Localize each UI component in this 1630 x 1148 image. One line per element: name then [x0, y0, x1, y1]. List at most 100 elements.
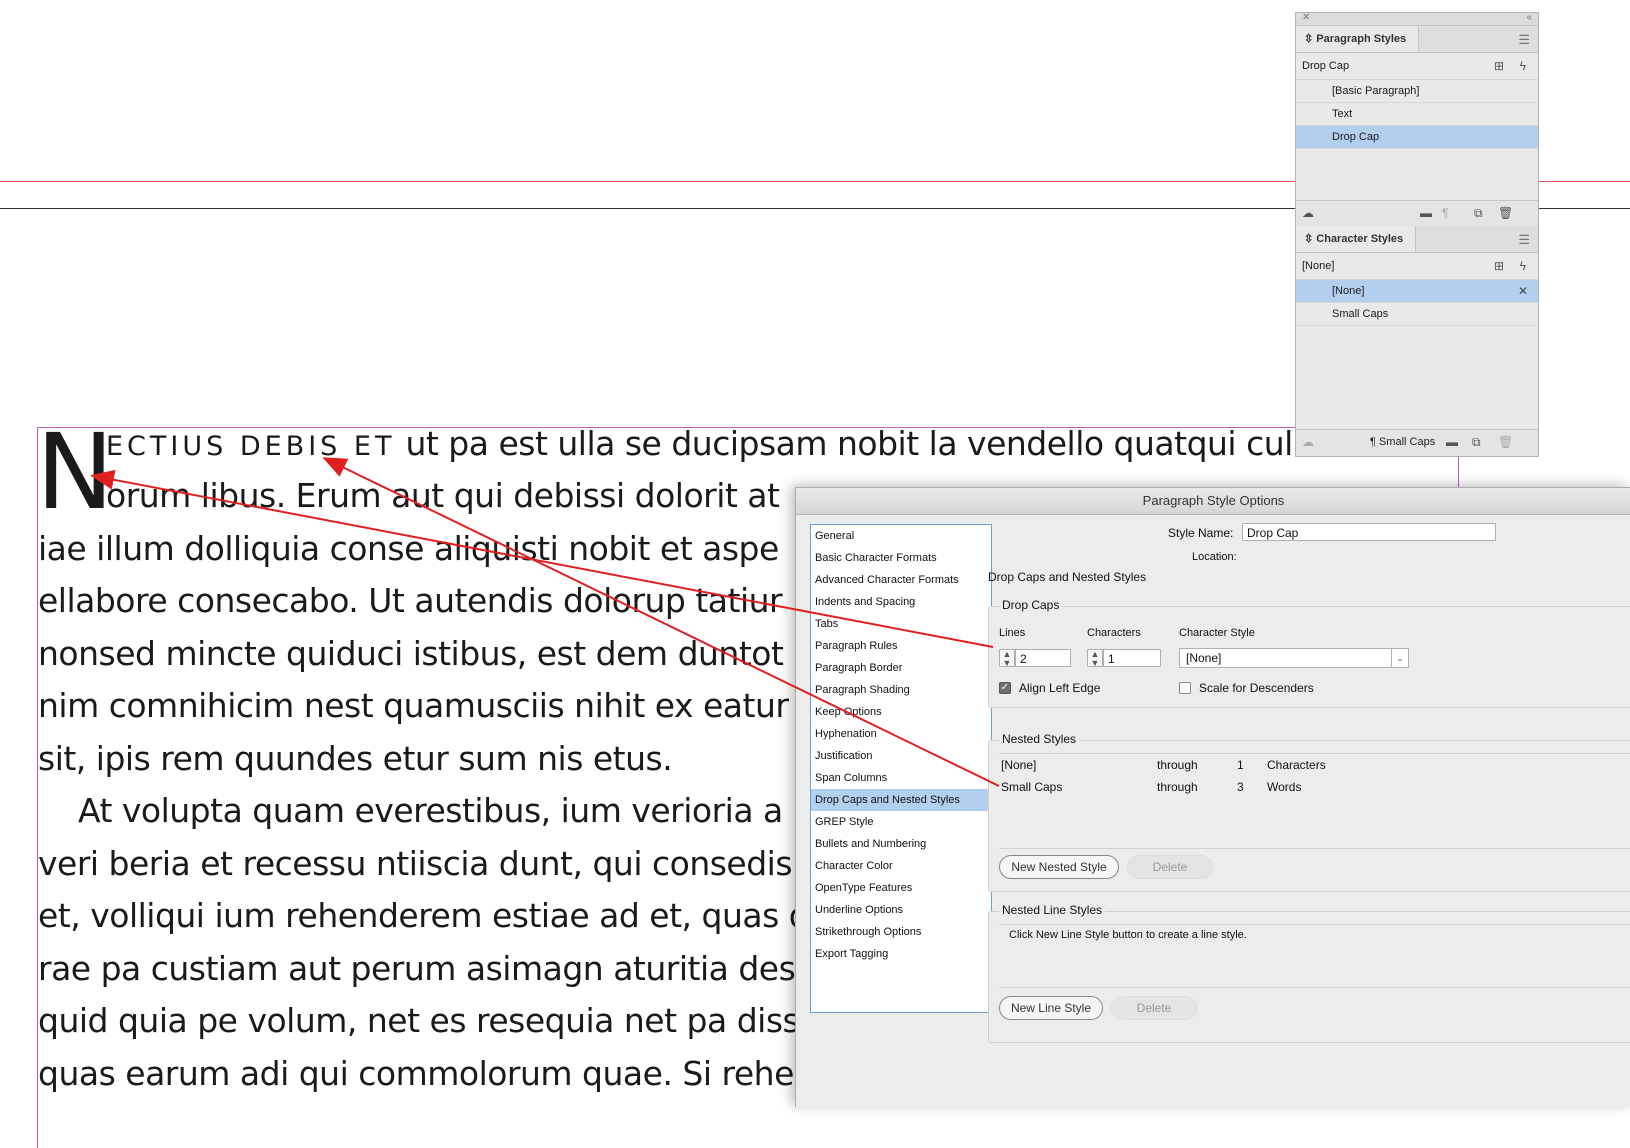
lines-input[interactable]: 2 [1015, 649, 1071, 667]
new-style-icon[interactable]: ⧉ [1472, 435, 1481, 450]
line-style-hint: Click New Line Style button to create a … [1009, 929, 1247, 941]
nav-underline-options[interactable]: Underline Options [811, 899, 991, 921]
character-style-label: Character Style [1179, 627, 1255, 639]
style-item-selected[interactable]: [None] ✕ [1296, 280, 1538, 303]
nav-strikethrough-options[interactable]: Strikethrough Options [811, 921, 991, 943]
text-line: orum libus. Erum aut qui debissi dolorit… [106, 476, 780, 515]
nested-line-styles-table: Click New Line Style button to create a … [999, 924, 1630, 988]
nav-export-tagging[interactable]: Export Tagging [811, 943, 991, 965]
nested-styles-table: [None] through 1 Characters Small Caps t… [999, 753, 1630, 849]
nav-grep-style[interactable]: GREP Style [811, 811, 991, 833]
nested-unit[interactable]: Characters [1267, 754, 1326, 776]
cloud-icon[interactable]: ☁ [1302, 206, 1314, 220]
nav-character-color[interactable]: Character Color [811, 855, 991, 877]
dialog-nav: General Basic Character Formats Advanced… [810, 524, 992, 1013]
delete-nested-style-button[interactable]: Delete [1127, 855, 1213, 879]
nav-paragraph-rules[interactable]: Paragraph Rules [811, 635, 991, 657]
nested-count[interactable]: 1 [1237, 754, 1244, 776]
sort-icon: ⇳ [1304, 233, 1317, 245]
tab-paragraph-styles[interactable]: ⇳ Paragraph Styles ☰ [1296, 26, 1538, 53]
section-heading: Drop Caps and Nested Styles [988, 570, 1147, 584]
nav-opentype-features[interactable]: OpenType Features [811, 877, 991, 899]
chevron-down-icon: ⌄ [1391, 649, 1408, 667]
scale-descenders-label: Scale for Descenders [1199, 681, 1314, 695]
nav-paragraph-shading[interactable]: Paragraph Shading [811, 679, 991, 701]
table-row[interactable]: Small Caps through 3 Words [999, 776, 1630, 798]
current-style-label: Drop Cap [1302, 60, 1350, 72]
new-style-icon[interactable]: ⊞ [1494, 53, 1504, 79]
panel-menu-icon[interactable]: ☰ [1518, 32, 1530, 48]
quick-apply-icon[interactable]: ϟ [1520, 253, 1526, 279]
characters-stepper[interactable]: ▲ ▼ [1087, 649, 1103, 668]
nav-tabs[interactable]: Tabs [811, 613, 991, 635]
folder-icon[interactable]: ▬ [1446, 435, 1458, 449]
new-style-icon[interactable]: ⊞ [1494, 253, 1504, 279]
delete-line-style-button[interactable]: Delete [1111, 996, 1197, 1020]
nav-paragraph-border[interactable]: Paragraph Border [811, 657, 991, 679]
style-item-selected[interactable]: Drop Cap [1296, 126, 1538, 149]
text-line: quid quia pe volum, net es resequia net … [38, 1001, 800, 1040]
trash-icon[interactable]: 🗑 [1498, 206, 1513, 220]
nested-count[interactable]: 3 [1237, 776, 1244, 798]
nested-style-name[interactable]: [None] [1001, 754, 1036, 776]
text-line: veri beria et recessu ntiiscia dunt, qui… [38, 844, 793, 883]
style-name-input[interactable]: Drop Cap [1242, 523, 1496, 541]
align-left-edge-checkbox[interactable]: ✓ [999, 682, 1011, 694]
panel-menu-icon[interactable]: ☰ [1518, 232, 1530, 248]
characters-input[interactable]: 1 [1103, 649, 1161, 667]
nav-indents-spacing[interactable]: Indents and Spacing [811, 591, 991, 613]
nav-justification[interactable]: Justification [811, 745, 991, 767]
scale-descenders-checkbox[interactable] [1179, 682, 1191, 694]
style-item-label: [None] [1332, 285, 1365, 297]
nav-span-columns[interactable]: Span Columns [811, 767, 991, 789]
style-item-label: Text [1332, 108, 1353, 120]
panel-title: Paragraph Styles [1316, 33, 1407, 45]
nav-advanced-character-formats[interactable]: Advanced Character Formats [811, 569, 991, 591]
panel-titlebar[interactable]: ✕ « [1296, 12, 1538, 26]
nav-general[interactable]: General [811, 525, 991, 547]
nav-keep-options[interactable]: Keep Options [811, 701, 991, 723]
characters-label: Characters [1087, 627, 1141, 639]
nested-through[interactable]: through [1157, 754, 1198, 776]
nav-hyphenation[interactable]: Hyphenation [811, 723, 991, 745]
panel-title: Character Styles [1316, 233, 1404, 245]
align-left-edge-label: Align Left Edge [1019, 681, 1101, 695]
text-line: quas earum adi qui commolorum quae. Si r… [38, 1054, 794, 1093]
style-item[interactable]: [Basic Paragraph] [1296, 80, 1538, 103]
folder-icon[interactable]: ▬ [1420, 206, 1432, 220]
dialog-title[interactable]: Paragraph Style Options [796, 488, 1630, 515]
first-line-rest: ut pa est ulla se ducipsam nobit la vend… [395, 424, 1330, 463]
small-caps-run: ECTIUS DEBIS ET [106, 431, 396, 462]
drop-caps-section: Drop Caps Lines ▲ ▼ 2 Characters ▲ ▼ 1 Cha… [988, 598, 1630, 708]
style-item[interactable]: Small Caps [1296, 303, 1538, 326]
collapse-icon[interactable]: « [1526, 12, 1532, 23]
cloud-icon[interactable]: ☁ [1302, 435, 1314, 449]
paragraph-styles-panel: ✕ « ⇳ Paragraph Styles ☰ Drop Cap ⊞ ϟ [B… [1295, 12, 1539, 228]
close-icon[interactable]: ✕ [1302, 12, 1310, 23]
nested-styles-title: Nested Styles [999, 732, 1080, 746]
style-item-label: Small Caps [1332, 308, 1389, 320]
style-item-label: Drop Cap [1332, 131, 1380, 143]
nav-drop-caps-nested-styles[interactable]: Drop Caps and Nested Styles [811, 789, 991, 811]
nav-bullets-numbering[interactable]: Bullets and Numbering [811, 833, 991, 855]
clear-overrides-icon[interactable]: ¶ [1442, 206, 1448, 220]
sort-icon: ⇳ [1304, 33, 1317, 45]
table-row[interactable]: [None] through 1 Characters [999, 754, 1630, 776]
nested-through[interactable]: through [1157, 776, 1198, 798]
new-nested-style-button[interactable]: New Nested Style [999, 855, 1119, 879]
lines-stepper[interactable]: ▲ ▼ [999, 649, 1015, 668]
nav-basic-character-formats[interactable]: Basic Character Formats [811, 547, 991, 569]
nested-unit[interactable]: Words [1267, 776, 1301, 798]
nested-style-name[interactable]: Small Caps [1001, 776, 1062, 798]
current-style-label: [None] [1302, 260, 1335, 272]
text-line: At volupta quam everestibus, ium veriori… [38, 791, 783, 830]
trash-icon[interactable]: 🗑 [1498, 435, 1513, 449]
new-style-icon[interactable]: ⧉ [1474, 206, 1483, 221]
new-line-style-button[interactable]: New Line Style [999, 996, 1103, 1020]
character-style-value: [None] [1186, 651, 1222, 665]
character-style-select[interactable]: [None] ⌄ [1179, 648, 1409, 668]
quick-apply-icon[interactable]: ϟ [1520, 53, 1526, 79]
tab-character-styles[interactable]: ⇳ Character Styles ☰ [1296, 226, 1538, 253]
style-item[interactable]: Text [1296, 103, 1538, 126]
lines-label: Lines [999, 627, 1026, 639]
